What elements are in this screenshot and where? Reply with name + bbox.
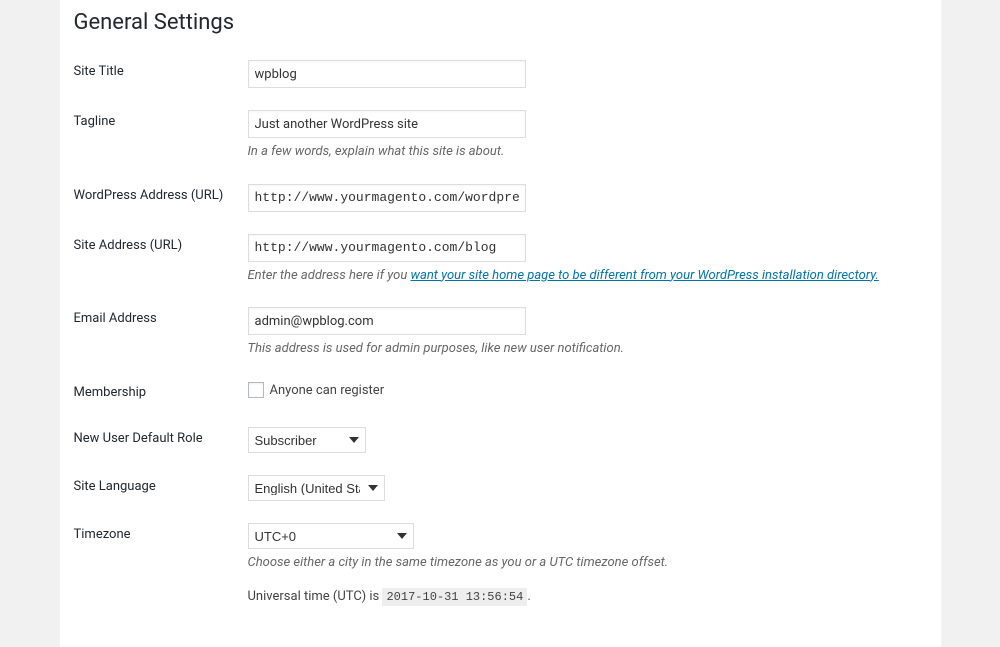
utc-time-value: 2017-10-31 13:56:54 <box>382 588 527 606</box>
site-url-help-prefix: Enter the address here if you <box>248 268 411 283</box>
utc-prefix: Universal time (UTC) is <box>248 589 383 604</box>
role-label: New User Default Role <box>60 416 248 464</box>
site-title-label: Site Title <box>60 49 248 99</box>
membership-label: Membership <box>60 370 248 417</box>
site-url-input[interactable] <box>248 234 526 262</box>
timezone-label: Timezone <box>60 512 248 617</box>
tagline-input[interactable] <box>248 110 526 138</box>
email-label: Email Address <box>60 296 248 370</box>
language-select[interactable]: English (United States) <box>248 475 385 501</box>
language-label: Site Language <box>60 464 248 512</box>
timezone-help: Choose either a city in the same timezon… <box>248 553 931 573</box>
membership-option[interactable]: Anyone can register <box>248 383 385 398</box>
wp-url-input[interactable] <box>248 184 526 212</box>
wp-url-label: WordPress Address (URL) <box>60 173 248 223</box>
membership-checkbox[interactable] <box>248 382 264 398</box>
site-url-help: Enter the address here if you want your … <box>248 266 931 286</box>
email-help: This address is used for admin purposes,… <box>248 339 931 359</box>
membership-checkbox-label: Anyone can register <box>270 383 385 398</box>
page-title: General Settings <box>60 8 941 49</box>
tagline-help: In a few words, explain what this site i… <box>248 142 931 162</box>
role-select[interactable]: Subscriber <box>248 427 366 453</box>
utc-suffix: . <box>527 589 530 604</box>
utc-time-line: Universal time (UTC) is 2017-10-31 13:56… <box>248 587 931 607</box>
site-url-help-link[interactable]: want your site home page to be different… <box>410 268 878 283</box>
tagline-label: Tagline <box>60 99 248 173</box>
site-title-input[interactable] <box>248 60 526 88</box>
timezone-select[interactable]: UTC+0 <box>248 523 414 549</box>
email-input[interactable] <box>248 307 526 335</box>
site-url-label: Site Address (URL) <box>60 223 248 297</box>
